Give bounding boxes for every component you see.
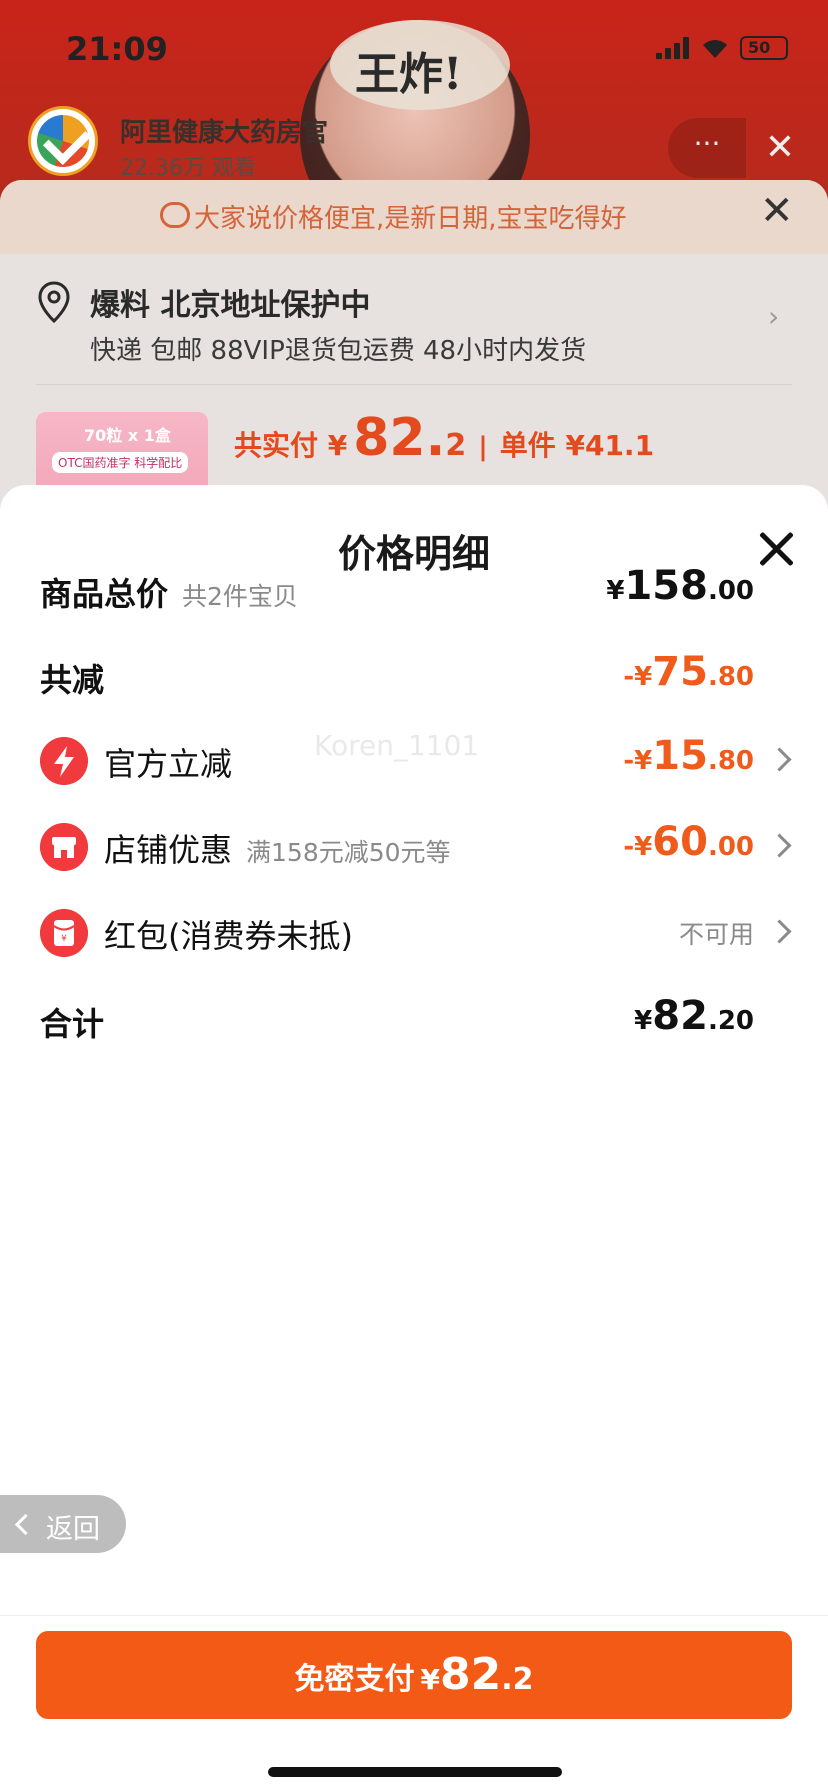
more-button[interactable]: ···: [668, 118, 746, 178]
chevron-right-icon[interactable]: ›: [768, 300, 779, 333]
total-goods-amount: ¥158.00: [606, 563, 754, 609]
store-discount-rule: 满158元减50元等: [246, 838, 451, 867]
chat-bubble-icon: [160, 202, 190, 228]
pay-button-currency: ¥: [420, 1663, 440, 1696]
delivery-info: 快递 包邮 88VIP退货包运费 48小时内发货: [90, 336, 587, 366]
total-goods-label: 商品总价 共2件宝贝: [40, 569, 298, 615]
sum-int: 82: [652, 993, 708, 1039]
battery-level: 50: [748, 38, 771, 57]
sum-dec: .20: [707, 1006, 754, 1036]
cellular-signal-icon: [656, 37, 690, 59]
tip-close-button[interactable]: ✕: [760, 188, 794, 234]
address-title[interactable]: 爆料 北京地址保护中: [90, 280, 370, 324]
total-goods-int: 158: [624, 563, 708, 609]
official-discount-amount: -¥15.80: [623, 733, 754, 779]
pay-button-label: 免密支付: [294, 1662, 415, 1697]
separator: |: [478, 432, 488, 462]
red-packet-label: 红包(消费券未抵): [104, 917, 353, 955]
total-discount-amount: -¥75.80: [623, 649, 754, 695]
row-official-discount[interactable]: 官方立减 -¥15.80: [0, 725, 828, 795]
store-discount-amount: -¥60.00: [623, 819, 754, 865]
row-store-discount[interactable]: 店铺优惠 满158元减50元等 -¥60.00: [0, 811, 828, 881]
store-discount-label: 店铺优惠 满158元减50元等: [104, 825, 451, 871]
divider: [36, 384, 792, 385]
total-discount-currency: -¥: [623, 662, 653, 692]
pay-button-dec: .2: [501, 1662, 534, 1697]
shop-name[interactable]: 阿里健康大药房官: [120, 112, 328, 149]
row-sum: 合计 ¥82.20: [0, 985, 828, 1055]
footer-divider: [0, 1615, 828, 1616]
status-time: 21:09: [66, 30, 168, 68]
official-discount-dec: .80: [707, 746, 754, 776]
shop-avatar[interactable]: [28, 106, 98, 176]
battery-icon: 50: [740, 36, 788, 60]
price-detail-sheet: 价格明细 商品总价 共2件宝贝 ¥158.00 共减 -¥75.80 Koren_…: [0, 485, 828, 1792]
total-goods-currency: ¥: [606, 576, 625, 606]
pay-summary-label: 共实付 ¥: [234, 429, 348, 462]
back-label: 返回: [46, 1514, 100, 1545]
home-indicator[interactable]: [268, 1767, 562, 1777]
pay-button-int: 82: [439, 1649, 502, 1700]
total-discount-label: 共减: [40, 661, 105, 699]
chevron-right-icon[interactable]: [767, 919, 792, 944]
svg-text:¥: ¥: [61, 934, 67, 944]
official-discount-currency: -¥: [623, 746, 653, 776]
store-discount-int: 60: [652, 819, 708, 865]
location-pin-icon: [38, 281, 70, 324]
official-discount-label: 官方立减: [104, 745, 233, 783]
row-red-packet[interactable]: ¥ 红包(消费券未抵) 不可用: [0, 897, 828, 967]
status-icons: 50: [656, 36, 788, 60]
close-live-button[interactable]: ✕: [750, 118, 810, 178]
total-goods-title: 商品总价: [40, 575, 169, 613]
sum-currency: ¥: [634, 1006, 653, 1036]
chevron-left-icon: [14, 1513, 37, 1536]
pay-summary: 共实付 ¥ 82. 2 | 单件 ¥41.1: [234, 408, 654, 468]
back-button[interactable]: 返回: [0, 1495, 126, 1553]
chevron-right-icon[interactable]: [767, 833, 792, 858]
thumb-tag: OTC国药准字 科学配比: [52, 452, 189, 473]
store-discount-dec: .00: [707, 832, 754, 862]
row-total-goods: 商品总价 共2件宝贝 ¥158.00: [0, 555, 828, 625]
item-count: 共2件宝贝: [182, 582, 298, 611]
store-discount-currency: -¥: [623, 832, 653, 862]
sum-label: 合计: [40, 1005, 105, 1043]
pay-summary-int: 82.: [353, 408, 446, 468]
total-discount-dec: .80: [707, 662, 754, 692]
red-packet-status: 不可用: [678, 920, 754, 949]
review-tip-text: 大家说价格便宜,是新日期,宝宝吃得好: [194, 204, 627, 234]
unit-price: 单件 ¥41.1: [499, 429, 655, 462]
lightning-icon: [40, 737, 88, 785]
store-icon: [40, 823, 88, 871]
official-discount-int: 15: [652, 733, 708, 779]
red-packet-icon: ¥: [40, 909, 88, 957]
pay-summary-dec: 2: [445, 428, 467, 463]
review-tip-bar: 大家说价格便宜,是新日期,宝宝吃得好 ✕: [0, 180, 828, 254]
store-discount-title: 店铺优惠: [104, 831, 233, 869]
wifi-icon: [703, 40, 727, 58]
view-count: 22.36万 观看: [120, 156, 256, 181]
sum-amount: ¥82.20: [634, 993, 754, 1039]
password-free-pay-button[interactable]: 免密支付 ¥82.2: [36, 1631, 792, 1719]
thumb-quantity-text: 70粒 x 1盒: [84, 426, 171, 445]
total-discount-int: 75: [652, 649, 708, 695]
row-total-discount: 共减 -¥75.80: [0, 641, 828, 711]
total-goods-dec: .00: [707, 576, 754, 606]
stream-sign-text: 王炸!: [355, 49, 463, 100]
chevron-right-icon[interactable]: [767, 747, 792, 772]
